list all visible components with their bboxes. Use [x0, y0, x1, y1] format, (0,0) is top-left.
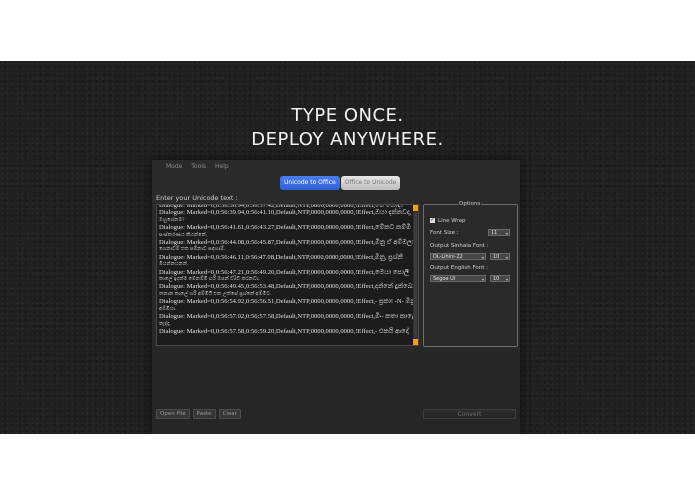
sinhala-font-value: DL-Lihini-22	[433, 254, 463, 260]
sinhala-size-select[interactable]: 10 ▾	[490, 253, 510, 260]
english-font-label: Output English Font :	[430, 265, 489, 271]
chevron-down-icon: ▾	[505, 231, 508, 236]
editor-line: Dialogue: Marked=0,0:56:46.11,0:56:47.08…	[159, 253, 403, 261]
scroll-up-arrow-icon[interactable]	[413, 205, 418, 211]
font-size-label: Font Size :	[430, 230, 459, 236]
mode-tabs: Unicode to Office Office to Unicode	[280, 176, 401, 190]
line-wrap-checkbox[interactable]: ✓	[430, 218, 435, 223]
editor-line: සංස්කරණය කියන්නේ,	[159, 231, 208, 238]
english-font-select[interactable]: Segoe UI ▾	[430, 275, 486, 282]
chevron-down-icon: ▾	[481, 277, 484, 282]
editor-line: Dialogue: Marked=0,0:56:57.58,0:56:59.20…	[159, 327, 409, 335]
app-window: Mode Tools Help Unicode to Office Office…	[152, 160, 520, 434]
tab-office-to-unicode[interactable]: Office to Unicode	[340, 176, 401, 190]
english-size-value: 10	[493, 276, 500, 282]
english-size-select[interactable]: 10 ▾	[490, 275, 510, 282]
editor-content: Dialogue: Marked=0,0:56:36.94,0:56:37.42…	[159, 205, 418, 335]
clear-button[interactable]: Clear	[218, 409, 241, 419]
chevron-down-icon: ▾	[505, 255, 508, 260]
sinhala-font-label: Output Sinhala Font :	[430, 243, 489, 249]
editor-line: Dialogue: Marked=0,0:56:39.94,0:56:41.10…	[159, 209, 412, 217]
editor-line: Dialogue: Marked=0,0:56:54.92,0:56:56.51…	[159, 298, 416, 306]
editor-line: Dialogue: Marked=0,0:56:57.02,0:56:57.58…	[159, 313, 417, 321]
scroll-down-arrow-icon[interactable]	[413, 339, 418, 345]
english-font-value: Segoe UI	[433, 276, 456, 282]
editor-line: Dialogue: Marked=0,0:56:41.61,0:56:43.27…	[159, 224, 411, 232]
editor-line: මියන්නයනන්.	[159, 261, 189, 268]
editor-line: Dialogue: Marked=0,0:56:49.45,0:56:53.48…	[159, 283, 418, 291]
convert-button[interactable]: Convert	[423, 409, 516, 419]
open-file-button[interactable]: Open File	[156, 409, 190, 419]
editor-line: නැද්දා.	[159, 320, 171, 327]
chevron-down-icon: ▾	[505, 277, 508, 282]
editor-line: අම්මියා.	[159, 305, 177, 312]
hero-headline-line1: TYPE ONCE.	[291, 105, 404, 126]
options-title: Options	[458, 201, 482, 207]
paste-button[interactable]: Paste	[192, 409, 216, 419]
editor-actions: Open File Paste Clear	[156, 409, 244, 419]
hero-band: TYPE ONCE. DEPLOY ANYWHERE. Mode Tools H…	[0, 61, 695, 434]
font-size-value: 11	[491, 230, 498, 236]
sinhala-size-value: 10	[493, 254, 500, 260]
chevron-down-icon: ▾	[481, 255, 484, 260]
unicode-text-editor[interactable]: Dialogue: Marked=0,0:56:36.94,0:56:37.42…	[156, 204, 419, 346]
scroll-thumb[interactable]	[414, 213, 417, 337]
line-wrap-label: Line Wrap	[438, 218, 466, 224]
menu-mode[interactable]: Mode	[166, 163, 182, 170]
font-size-select[interactable]: 11 ▾	[488, 229, 510, 236]
editor-line: Dialogue: Marked=0,0:56:47.21,0:56:49.20…	[159, 268, 409, 276]
menu-bar: Mode Tools Help	[166, 163, 236, 170]
menu-help[interactable]: Help	[215, 163, 229, 170]
options-panel: Options ✓ Line Wrap Font Size : 11 ▾ Out…	[423, 201, 518, 347]
editor-line: ගෙනාවම් එක පම්නාව සඳහාම්.	[159, 246, 226, 253]
editor-label: Enter your Unicode text :	[156, 194, 238, 202]
hero-headline-line2: DEPLOY ANYWHERE.	[251, 129, 444, 150]
menu-tools[interactable]: Tools	[191, 163, 206, 170]
tab-unicode-to-office[interactable]: Unicode to Office	[280, 176, 340, 190]
sinhala-font-select[interactable]: DL-Lihini-22 ▾	[430, 253, 486, 260]
editor-scrollbar[interactable]	[413, 205, 418, 345]
